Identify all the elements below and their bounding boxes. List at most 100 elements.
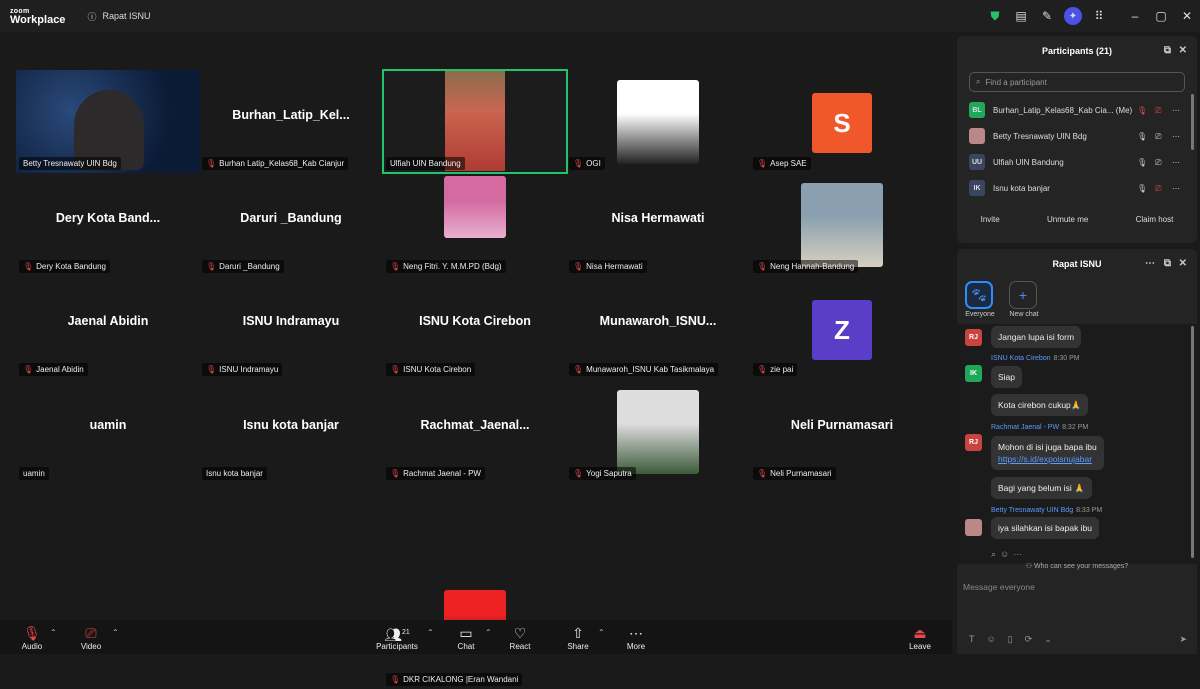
participants-scrollbar[interactable] [1191, 94, 1194, 150]
mic-icon[interactable]: 🎙︎ [1137, 158, 1147, 167]
tab-new-chat-label: New chat [1009, 311, 1039, 318]
participant-display-name: ISNU Kota Cirebon [419, 314, 531, 328]
participant-row[interactable]: BL Burhan_Latip_Kelas68_Kab Cia... (Me) 🎙︎… [957, 97, 1197, 123]
message-actions[interactable]: ⌕☺⋯ [991, 549, 1026, 560]
participant-row[interactable]: Betty Tresnawaty UIN Bdg 🎙︎ ⎚ ⋯ [957, 123, 1197, 149]
participant-name: ISNU Kota Cirebon [403, 365, 472, 374]
more-icon[interactable]: ⋯ [1172, 106, 1180, 115]
meeting-info[interactable]: ⓘ Rapat ISNU [87, 10, 150, 23]
video-tile[interactable]: ISNU Indramayu 🎙︎ ISNU Indramayu [199, 276, 383, 379]
claim-host-button[interactable]: Claim host [1136, 215, 1174, 224]
mic-muted-icon: 🎙︎ [206, 159, 217, 168]
invite-button[interactable]: Invite [981, 215, 1000, 224]
who-can-see-link[interactable]: ⚇ Who can see your messages? [957, 562, 1197, 570]
leave-button[interactable]: ⏏ Leave [898, 624, 942, 651]
participant-row[interactable]: IK Isnu kota banjar 🎙︎ ⎚ ⋯ [957, 175, 1197, 201]
send-icon[interactable]: ➤ [1179, 634, 1187, 645]
audio-caret-icon[interactable]: ⌃ [50, 628, 57, 637]
video-caret-icon[interactable]: ⌃ [112, 628, 119, 637]
video-tile[interactable]: Neli Purnamasari 🎙︎ Neli Purnamasari [750, 380, 934, 483]
leave-label: Leave [909, 642, 931, 651]
minimize-icon[interactable]: – [1122, 0, 1148, 32]
video-tile[interactable]: Ulfiah UIN Bandung [382, 69, 568, 174]
more-options-icon[interactable]: ⋯ [1145, 258, 1155, 269]
video-tile[interactable]: Jaenal Abidin 🎙︎ Jaenal Abidin [16, 276, 200, 379]
participant-display-name: Burhan_Latip_Kel... [232, 108, 350, 122]
popout-chat-icon[interactable]: ⧉ [1164, 258, 1171, 269]
participants-count: 21 [401, 629, 410, 636]
message-text: Siap [998, 372, 1016, 382]
chat-caret-icon[interactable]: ⌃ [485, 628, 492, 637]
video-tile[interactable]: Nisa Hermawati 🎙︎ Nisa Hermawati [566, 173, 750, 276]
video-off-icon[interactable]: ⎚ [1155, 106, 1161, 116]
file-icon[interactable]: ▯ [1008, 634, 1013, 645]
video-tile[interactable]: Munawaroh_ISNU... 🎙︎ Munawaroh_ISNU Kab Ta… [566, 276, 750, 379]
whiteboard-icon[interactable]: ✎ [1034, 0, 1060, 32]
brand-line2: Workplace [10, 14, 66, 26]
screenshot-icon[interactable]: ⟳ [1025, 634, 1033, 645]
video-tile[interactable]: Dery Kota Band... 🎙︎ Dery Kota Bandung [16, 173, 200, 276]
maximize-icon[interactable]: ▢ [1148, 0, 1174, 32]
participant-name-label: 🎙︎ Neng Fitri. Y. M.M.PD (Bdg) [386, 260, 506, 273]
zoom-logo: zoom Workplace [10, 7, 66, 26]
tab-everyone[interactable]: 🐾︎ Everyone [965, 281, 995, 318]
mic-muted-icon[interactable]: 🎙︎ [1137, 106, 1147, 115]
message-link[interactable]: https://s.id/expoisnujabar [998, 454, 1092, 464]
notes-icon[interactable]: ▤ [1008, 0, 1034, 32]
more-icon[interactable]: ⋯ [1172, 132, 1180, 141]
video-tile[interactable]: Daruri _Bandung 🎙︎ Daruri _Bandung [199, 173, 383, 276]
participants-button[interactable]: 👥︎21 Participants [374, 624, 420, 651]
video-tile[interactable]: 🎙︎ Neng Hannah-Bandung [750, 173, 934, 276]
close-icon[interactable]: ✕ [1174, 0, 1200, 32]
audio-button[interactable]: 🎙︎ Audio [10, 624, 54, 651]
message-input[interactable]: Message everyone [963, 582, 1035, 592]
participant-search-input[interactable]: ⌕ Find a participant [969, 72, 1185, 92]
video-tile[interactable]: ISNU Kota Cirebon 🎙︎ ISNU Kota Cirebon [383, 276, 567, 379]
participant-photo [617, 80, 699, 164]
video-tile[interactable]: 🎙︎ OGI [566, 70, 750, 173]
participant-name-label: 🎙︎ Neli Purnamasari [753, 467, 836, 480]
unmute-me-button[interactable]: Unmute me [1047, 215, 1088, 224]
shield-icon[interactable]: ⛊ [982, 0, 1008, 32]
video-tile[interactable]: Isnu kota banjar Isnu kota banjar [199, 380, 383, 483]
more-icon[interactable]: ⋯ [1172, 158, 1180, 167]
mic-muted-icon: 🎙︎ [757, 262, 768, 271]
video-icon[interactable]: ⎚ [1155, 132, 1161, 142]
participant-row[interactable]: UU Ulfiah UIN Bandung 🎙︎ ⎚ ⋯ [957, 149, 1197, 175]
video-tile[interactable]: Z 🎙︎ zie pai [750, 276, 934, 379]
participant-photo [801, 183, 883, 267]
video-off-icon[interactable]: ⎚ [1155, 184, 1161, 194]
video-tile[interactable]: Rachmat_Jaenal... 🎙︎ Rachmat Jaenal - PW [383, 380, 567, 483]
more-button[interactable]: ⋯ More [614, 624, 658, 651]
participant-name: Neng Fitri. Y. M.M.PD (Bdg) [403, 262, 502, 271]
close-panel-icon[interactable]: ✕ [1179, 45, 1187, 56]
tab-new-chat[interactable]: + New chat [1009, 281, 1039, 318]
more-chat-options-icon[interactable]: ⌄ [1044, 634, 1052, 645]
participant-name: ISNU Indramayu [219, 365, 279, 374]
video-tile[interactable]: 🎙︎ Yogi Saputra [566, 380, 750, 483]
mic-icon[interactable]: 🎙︎ [1137, 184, 1147, 193]
video-icon[interactable]: ⎚ [1155, 158, 1161, 168]
more-icon[interactable]: ⋯ [1172, 184, 1180, 193]
video-tile[interactable]: 🎙︎ Neng Fitri. Y. M.M.PD (Bdg) [383, 173, 567, 276]
initial-avatar: Z [812, 300, 872, 360]
video-tile[interactable]: Betty Tresnawaty UIN Bdg [16, 70, 200, 173]
ai-companion-icon[interactable]: ✦ [1060, 0, 1086, 32]
mic-icon[interactable]: 🎙︎ [1137, 132, 1147, 141]
chat-scrollbar[interactable] [1191, 326, 1194, 558]
video-button[interactable]: ⎚ Video [69, 624, 113, 651]
participants-caret-icon[interactable]: ⌃ [427, 628, 434, 637]
video-tile[interactable]: S 🎙︎ Asep SAE [750, 70, 934, 173]
participant-name-label: 🎙︎ Munawaroh_ISNU Kab Tasikmalaya [569, 363, 719, 376]
share-caret-icon[interactable]: ⌃ [598, 628, 605, 637]
format-text-icon[interactable]: T [969, 634, 975, 645]
react-button[interactable]: ♡ React [498, 624, 542, 651]
video-tile[interactable]: Burhan_Latip_Kel... 🎙︎ Burhan Latip_Kelas6… [199, 70, 383, 173]
popout-icon[interactable]: ⧉ [1164, 45, 1171, 56]
close-chat-icon[interactable]: ✕ [1179, 258, 1187, 269]
chat-button[interactable]: ▭ Chat [444, 624, 488, 651]
apps-grid-icon[interactable]: ⠿ [1086, 0, 1112, 32]
emoji-icon[interactable]: ☺ [987, 634, 996, 645]
share-button[interactable]: ⇧ Share [556, 624, 600, 651]
video-tile[interactable]: uamin uamin [16, 380, 200, 483]
